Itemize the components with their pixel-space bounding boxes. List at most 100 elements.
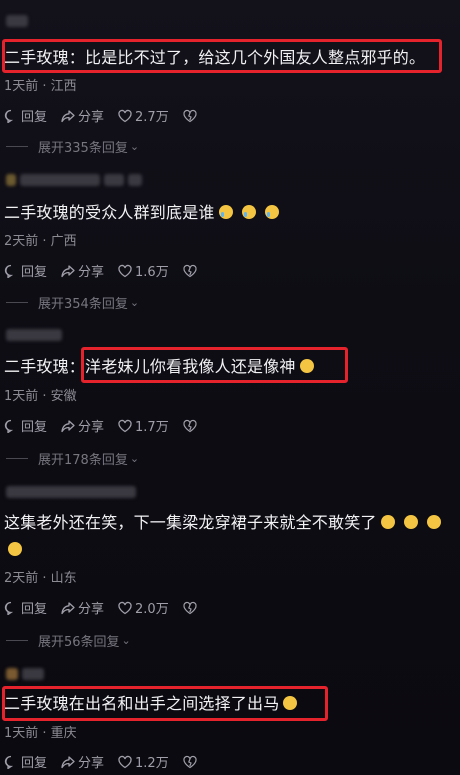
broken-heart-icon — [183, 601, 197, 614]
comment-text-body: 洋老妹儿你看我像人还是像神 — [85, 357, 296, 376]
username-blurred[interactable] — [6, 328, 62, 342]
comment-actions: 回复 分享 1.6万 — [4, 261, 211, 280]
smirk-emoji-icon — [427, 515, 442, 529]
comment-meta: 2天前 · 广西 — [4, 234, 77, 249]
like-count: 1.7万 — [135, 420, 169, 435]
comment-meta: 2天前 · 山东 — [4, 571, 77, 586]
comment-text-body: 这集老外还在笑，下一集梁龙穿裙子来就全不敢笑了 — [4, 513, 377, 532]
expand-replies[interactable]: 展开335条回复 ⌄ — [6, 137, 139, 156]
smirk-emoji-icon — [8, 542, 22, 556]
reply-icon — [4, 601, 14, 615]
broken-heart-icon — [183, 264, 197, 277]
dislike-button[interactable] — [183, 264, 197, 278]
comment-meta: 1天前 · 重庆 — [4, 726, 77, 741]
share-icon — [61, 109, 75, 122]
reply-button[interactable]: 回复 — [4, 752, 47, 771]
reply-label: 回复 — [21, 420, 48, 435]
share-label: 分享 — [78, 110, 105, 125]
like-count: 2.0万 — [135, 602, 169, 617]
username-blurred[interactable] — [6, 485, 136, 499]
like-button[interactable]: 2.0万 — [118, 598, 169, 617]
heart-icon — [118, 109, 132, 122]
expand-divider — [6, 640, 28, 641]
reply-icon — [4, 419, 14, 433]
like-count: 1.6万 — [135, 265, 169, 280]
reply-button[interactable]: 回复 — [4, 261, 47, 280]
chevron-down-icon: ⌄ — [129, 452, 140, 465]
cry-laugh-icon — [241, 205, 256, 219]
chevron-down-icon: ⌄ — [129, 140, 140, 153]
reply-label: 回复 — [21, 756, 48, 771]
like-count: 2.7万 — [135, 110, 169, 125]
expand-divider — [6, 146, 28, 147]
dislike-button[interactable] — [183, 755, 197, 769]
chevron-down-icon: ⌄ — [121, 634, 131, 647]
expand-divider — [6, 458, 28, 459]
heart-icon — [118, 601, 132, 614]
expand-replies[interactable]: 展开56条回复 ⌄ — [6, 631, 131, 650]
expand-label: 展开56条回复 — [38, 635, 120, 650]
chevron-down-icon: ⌄ — [129, 296, 140, 309]
comment-text-body: 二手玫瑰的受众人群到底是谁 — [4, 203, 215, 222]
share-label: 分享 — [78, 756, 105, 771]
comment-actions: 回复 分享 1.2万 — [4, 752, 211, 771]
share-icon — [61, 755, 75, 768]
smirk-emoji-icon — [283, 696, 298, 710]
expand-label: 展开354条回复 — [38, 297, 128, 312]
expand-label: 展开335条回复 — [38, 141, 128, 156]
smirk-emoji-icon — [380, 515, 395, 529]
share-label: 分享 — [78, 602, 105, 617]
comment-text-prefix: 二手玫瑰： — [4, 357, 86, 376]
cry-laugh-icon — [218, 205, 233, 219]
username-blurred[interactable] — [6, 667, 44, 681]
heart-icon — [118, 264, 132, 277]
comment-text: 这集老外还在笑，下一集梁龙穿裙子来就全不敢笑了 — [4, 509, 454, 563]
like-button[interactable]: 1.2万 — [118, 752, 169, 771]
expand-replies[interactable]: 展开178条回复 ⌄ — [6, 449, 139, 468]
like-button[interactable]: 1.7万 — [118, 416, 169, 435]
heart-icon — [118, 419, 132, 432]
share-button[interactable]: 分享 — [61, 106, 104, 125]
reply-button[interactable]: 回复 — [4, 416, 47, 435]
comment-meta: 1天前 · 安徽 — [4, 389, 77, 404]
broken-heart-icon — [183, 755, 197, 768]
reply-icon — [4, 755, 14, 769]
reply-icon — [4, 264, 14, 278]
dislike-button[interactable] — [183, 419, 197, 433]
dislike-button[interactable] — [183, 109, 197, 123]
smirk-emoji-icon — [299, 359, 314, 373]
share-label: 分享 — [78, 265, 105, 280]
heart-icon — [118, 755, 132, 768]
dislike-button[interactable] — [183, 601, 197, 615]
share-button[interactable]: 分享 — [61, 416, 104, 435]
reply-label: 回复 — [21, 602, 48, 617]
reply-button[interactable]: 回复 — [4, 106, 47, 125]
comment-text: 二手玫瑰：比是比不过了，给这几个外国友人整点邪乎的。 — [4, 48, 426, 67]
username-blurred[interactable] — [6, 173, 142, 187]
comment-text-body: 二手玫瑰在出名和出手之间选择了出马 — [4, 694, 280, 713]
expand-divider — [6, 302, 28, 303]
reply-label: 回复 — [21, 265, 48, 280]
comment-text: 二手玫瑰：洋老妹儿你看我像人还是像神 — [4, 353, 454, 380]
share-icon — [61, 264, 75, 277]
share-label: 分享 — [78, 420, 105, 435]
like-button[interactable]: 1.6万 — [118, 261, 169, 280]
broken-heart-icon — [183, 419, 197, 432]
like-button[interactable]: 2.7万 — [118, 106, 169, 125]
comment-text: 二手玫瑰的受众人群到底是谁 — [4, 199, 454, 226]
share-button[interactable]: 分享 — [61, 261, 104, 280]
username-blurred[interactable] — [6, 14, 28, 28]
share-button[interactable]: 分享 — [61, 752, 104, 771]
reply-label: 回复 — [21, 110, 48, 125]
share-icon — [61, 601, 75, 614]
reply-icon — [4, 109, 14, 123]
comment-actions: 回复 分享 1.7万 — [4, 416, 211, 435]
comment-text: 二手玫瑰在出名和出手之间选择了出马 — [4, 690, 454, 717]
expand-replies[interactable]: 展开354条回复 ⌄ — [6, 293, 139, 312]
reply-button[interactable]: 回复 — [4, 598, 47, 617]
comment-meta: 1天前 · 江西 — [4, 79, 77, 94]
comment-actions: 回复 分享 2.7万 — [4, 106, 211, 125]
share-button[interactable]: 分享 — [61, 598, 104, 617]
share-icon — [61, 419, 75, 432]
comment-actions: 回复 分享 2.0万 — [4, 598, 211, 617]
